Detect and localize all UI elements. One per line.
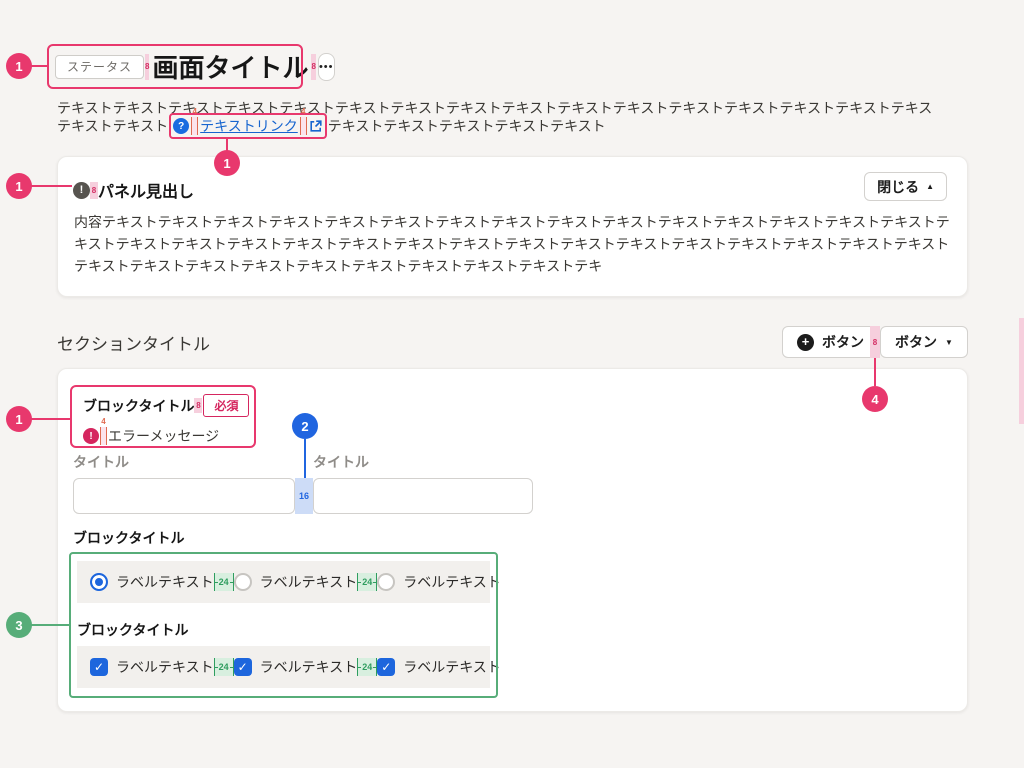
radio-unselected[interactable] [234, 573, 252, 591]
error-message: エラーメッセージ [108, 426, 219, 446]
intro-text-line2: テキストテキスト ? 4 テキストリンク 4 テキストテキストテキストテキストテ… [57, 111, 606, 141]
spacing-marker-4: 4 [100, 427, 107, 445]
spacing-marker-24: 24 [357, 658, 377, 676]
panel-heading: パネル見出し [98, 178, 194, 202]
annotation-badge-1d: 1 [6, 406, 32, 432]
annotation-number: 1 [223, 156, 230, 171]
page-header: ステータス 8 画面タイトル 8 ••• [47, 44, 303, 89]
spacing-marker-16: 16 [295, 478, 313, 514]
annotation-badge-4: 4 [862, 386, 888, 412]
checkbox-label: ラベルテキスト [403, 657, 501, 677]
section-title: セクションタイトル [57, 330, 210, 355]
help-icon[interactable]: ? [173, 118, 189, 134]
annotation-badge-2: 2 [292, 413, 318, 439]
add-button-label: ボタン [822, 332, 864, 352]
annotation-number: 1 [15, 412, 22, 427]
checkbox-checked[interactable]: ✓ [234, 658, 252, 676]
close-panel-button[interactable]: 閉じる ▲ [864, 172, 947, 201]
title-input-1[interactable] [73, 478, 295, 514]
external-link-icon [309, 119, 323, 133]
spacing-marker-4: 4 [300, 117, 307, 135]
field-label-2: タイトル [313, 452, 369, 472]
spacing-marker-band [1019, 318, 1024, 424]
radio-block-title: ブロックタイトル [73, 528, 184, 548]
annotation-badge-1: 1 [6, 53, 32, 79]
radio-selected[interactable] [90, 573, 108, 591]
block-title: ブロックタイトル [83, 396, 194, 416]
block-header-spec-outline: ブロックタイトル 8 必須 ! 4 エラーメッセージ [70, 385, 256, 448]
annotation-badge-3: 3 [6, 612, 32, 638]
annotation-number: 3 [15, 618, 22, 633]
alert-icon: ! [73, 182, 90, 199]
annotation-number: 2 [301, 419, 308, 434]
chevron-down-icon: ▼ [945, 338, 953, 347]
radio-label: ラベルテキスト [403, 572, 501, 592]
spacing-marker-8: 8 [145, 54, 149, 80]
check-icon: ✓ [238, 660, 248, 674]
add-button[interactable]: + ボタン [782, 326, 879, 358]
annotation-number: 1 [15, 59, 22, 74]
spacing-marker-24: 24 [357, 573, 377, 591]
checkbox-group-row: ✓ ラベルテキスト 24 ✓ ラベルテキスト 24 ✓ ラベルテキスト [77, 646, 490, 688]
radio-label: ラベルテキスト [116, 572, 214, 592]
radio-label: ラベルテキスト [260, 572, 358, 592]
annotation-number: 1 [15, 179, 22, 194]
annotation-connector [31, 624, 69, 626]
required-badge: 必須 [203, 394, 249, 417]
annotation-number: 4 [871, 392, 878, 407]
annotation-badge-1b: 1 [214, 150, 240, 176]
page-title: 画面タイトル [152, 48, 308, 85]
menu-button[interactable]: ボタン ▼ [880, 326, 968, 358]
annotation-connector [31, 65, 47, 67]
panel-header: ! 8 パネル見出し [73, 178, 194, 202]
panel-body-text: 内容テキストテキストテキストテキストテキストテキストテキストテキストテキストテキ… [74, 211, 952, 277]
info-panel: ! 8 パネル見出し 閉じる ▲ 内容テキストテキストテキストテキストテキストテ… [57, 156, 968, 297]
checkbox-checked[interactable]: ✓ [377, 658, 395, 676]
checkbox-checked[interactable]: ✓ [90, 658, 108, 676]
design-spec-page: 1 1 1 4 1 2 3 ステータス 8 画面タイトル 8 ••• テキストテ… [0, 0, 1024, 768]
plus-icon: + [797, 334, 814, 351]
field-label-1: タイトル [73, 452, 129, 472]
radio-unselected[interactable] [377, 573, 395, 591]
checkbox-label: ラベルテキスト [116, 657, 214, 677]
intro-text-after-link: テキストテキストテキストテキストテキスト [328, 116, 606, 136]
more-options-button[interactable]: ••• [318, 53, 335, 81]
check-icon: ✓ [381, 660, 391, 674]
more-icon: ••• [319, 61, 334, 73]
close-button-label: 閉じる [877, 177, 919, 197]
link-spec-outline: ? 4 テキストリンク 4 [169, 113, 327, 139]
spacing-marker-24: 24 [214, 658, 234, 676]
annotation-connector [31, 185, 72, 187]
annotation-connector [226, 137, 228, 151]
chevron-up-icon: ▲ [926, 182, 934, 191]
intro-text-before-link: テキストテキスト [57, 116, 168, 136]
block-title-row: ブロックタイトル 8 必須 [83, 394, 254, 417]
menu-button-label: ボタン [895, 332, 937, 352]
annotation-connector [31, 418, 70, 420]
spacing-marker-8: 8 [194, 398, 202, 413]
checkbox-label: ラベルテキスト [260, 657, 358, 677]
checkbox-block-title: ブロックタイトル [77, 620, 188, 640]
text-link[interactable]: テキストリンク [200, 116, 298, 136]
annotation-badge-1c: 1 [6, 173, 32, 199]
check-icon: ✓ [94, 660, 104, 674]
annotation-connector [304, 439, 306, 478]
spacing-marker-8: 8 [90, 182, 98, 199]
spacing-marker-8: 8 [311, 54, 315, 80]
radio-group-row: ラベルテキスト 24 ラベルテキスト 24 ラベルテキスト [77, 561, 490, 603]
spacing-marker-24: 24 [214, 573, 234, 591]
spacing-marker-4: 4 [191, 117, 198, 135]
title-input-2[interactable] [313, 478, 533, 514]
spacing-marker-8: 8 [870, 326, 880, 358]
error-icon: ! [83, 428, 99, 444]
status-badge: ステータス [55, 55, 144, 79]
error-message-row: ! 4 エラーメッセージ [83, 426, 254, 446]
annotation-connector [874, 358, 876, 386]
